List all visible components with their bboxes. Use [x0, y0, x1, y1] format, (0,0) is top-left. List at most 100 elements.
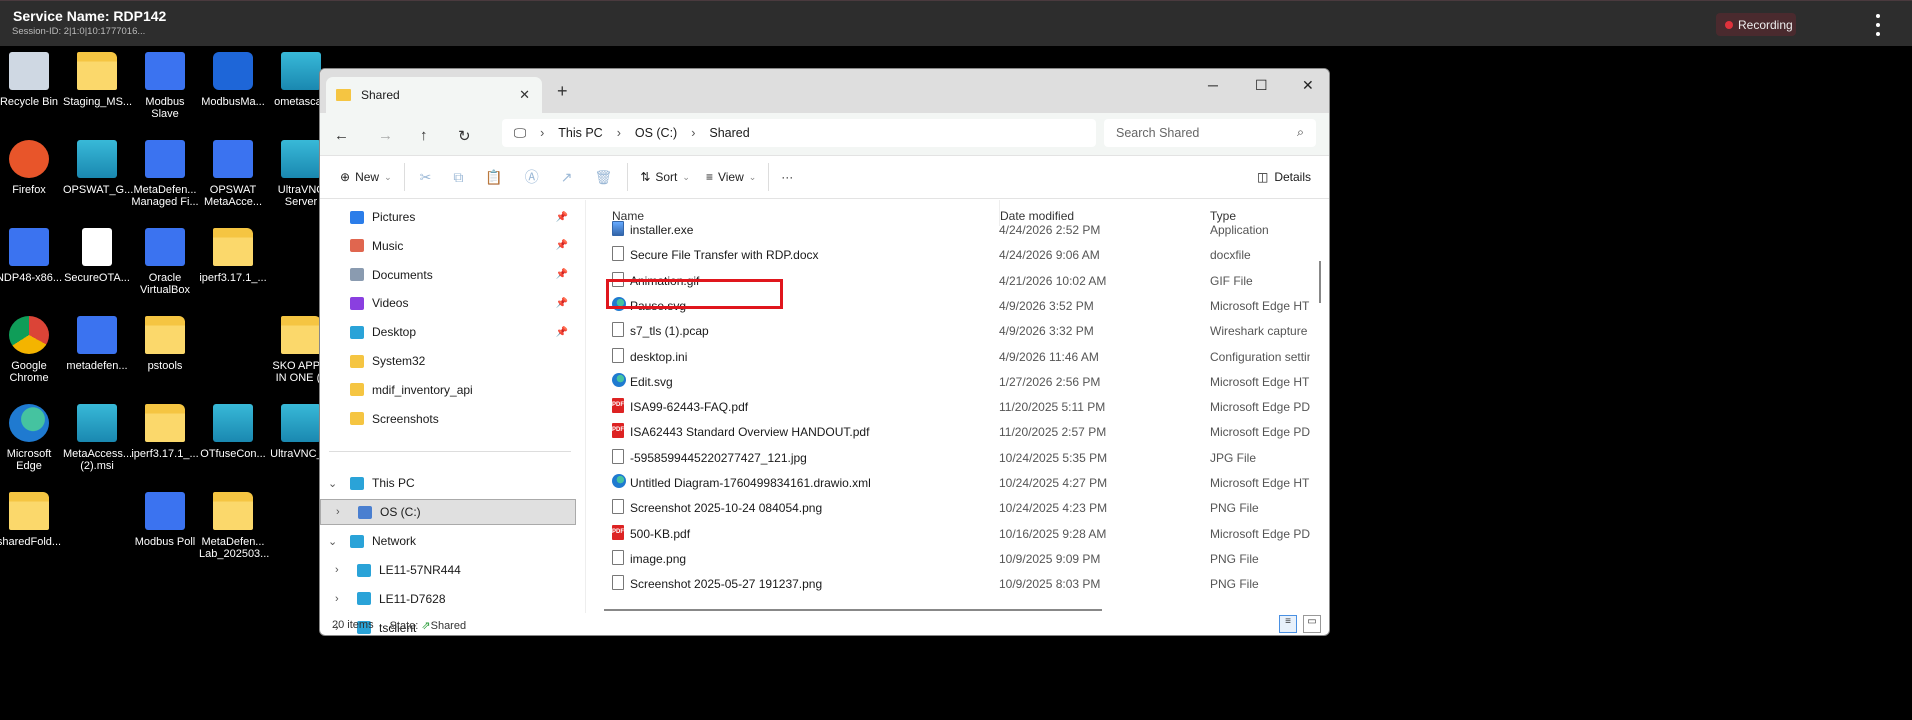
file-type: docxfile	[1210, 248, 1251, 263]
desktop-icon[interactable]: Google Chrome	[0, 316, 63, 384]
cut-icon[interactable]: ✂	[409, 162, 443, 192]
desktop-icon[interactable]: OPSWAT_G...	[63, 140, 134, 196]
file-row[interactable]: Edit.svg 1/27/2026 2:56 PM Microsoft Edge …	[588, 369, 1318, 394]
nav-host[interactable]: › LE11-D7628	[320, 586, 576, 612]
file-row[interactable]: image.png 10/9/2025 9:09 PM PNG File	[588, 546, 1318, 571]
back-button[interactable]: ←	[334, 127, 349, 144]
copy-icon[interactable]: ⧉	[442, 162, 474, 192]
address-bar[interactable]: 🖵 › This PC › OS (C:) › Shared	[502, 119, 1096, 147]
chevron-down-icon[interactable]: ⌄	[328, 477, 337, 490]
desktop-icon[interactable]: Modbus Slave	[131, 52, 199, 120]
desktop-icon[interactable]: Modbus Poll	[131, 492, 199, 548]
desktop-icon[interactable]: iperf3.17.1_...	[199, 228, 267, 284]
file-row[interactable]: installer.exe 4/24/2026 2:52 PM Applicatio…	[588, 217, 1318, 242]
new-tab-button[interactable]: +	[557, 81, 568, 102]
tiles-view-icon[interactable]: ▭	[1303, 615, 1321, 633]
desktop-icon[interactable]: ModbusMa...	[199, 52, 267, 108]
file-row[interactable]: Screenshot 2025-05-27 191237.png 10/9/202…	[588, 571, 1318, 596]
desktop-icon[interactable]: metadefen...	[63, 316, 131, 372]
file-file-icon	[612, 246, 624, 262]
breadcrumb-this-pc[interactable]: This PC	[558, 126, 602, 140]
file-row[interactable]: s7_tls (1).pcap 4/9/2026 3:32 PM Wireshark…	[588, 318, 1318, 343]
nav-item-desktop[interactable]: Desktop 📌	[320, 319, 576, 345]
folder-icon	[145, 404, 185, 442]
file-row[interactable]: Untitled Diagram-1760499834161.drawio.xm…	[588, 470, 1318, 495]
desktop-icon[interactable]: OTfuseCon...	[199, 404, 267, 460]
forward-button[interactable]: →	[378, 127, 393, 144]
nav-host[interactable]: › LE11-57NR444	[320, 557, 576, 583]
chevron-right-icon[interactable]: ›	[335, 593, 339, 605]
file-row[interactable]: desktop.ini 4/9/2026 11:46 AM Configuratio…	[588, 344, 1318, 369]
sort-button[interactable]: ⇅ Sort ⌄	[632, 162, 698, 192]
chevron-right-icon[interactable]: ›	[336, 506, 340, 518]
details-pane-button[interactable]: ◫ Details	[1257, 170, 1311, 184]
horizontal-scrollbar[interactable]	[604, 609, 1102, 611]
desktop-icon[interactable]: sharedFold...	[0, 492, 63, 548]
pin-icon[interactable]: 📌	[556, 269, 568, 280]
desktop-icon[interactable]: Microsoft Edge	[0, 404, 63, 472]
close-tab-icon[interactable]: ✕	[519, 87, 530, 103]
chevron-right-icon[interactable]: ›	[335, 564, 339, 576]
desktop-icon[interactable]: NDP48-x86...	[0, 228, 63, 284]
nav-this-pc[interactable]: ⌄ This PC	[320, 470, 576, 496]
nav-item-pictures[interactable]: Pictures 📌	[320, 204, 576, 230]
breadcrumb-shared[interactable]: Shared	[709, 126, 749, 140]
paste-icon[interactable]: 📋	[474, 162, 513, 192]
desktop-icon[interactable]: pstools	[131, 316, 199, 372]
desktop-icon[interactable]: OPSWAT MetaAcce...	[199, 140, 267, 208]
close-window-button[interactable]: ✕	[1302, 77, 1314, 94]
view-button[interactable]: ≡ View ⌄	[698, 162, 764, 192]
nav-item-documents[interactable]: Documents 📌	[320, 262, 576, 288]
file-row[interactable]: Secure File Transfer with RDP.docx 4/24/2…	[588, 242, 1318, 267]
nav-item-mdif_inventory_api[interactable]: mdif_inventory_api	[320, 377, 576, 403]
tab-title: Shared	[361, 88, 400, 102]
file-row[interactable]: PDF ISA62443 Standard Overview HANDOUT.pd…	[588, 419, 1318, 444]
vertical-scrollbar[interactable]	[1319, 261, 1321, 303]
nav-network[interactable]: ⌄ Network	[320, 528, 576, 554]
desktop-icon[interactable]: SecureOTA...	[63, 228, 131, 284]
up-button[interactable]: ↑	[420, 127, 428, 144]
more-options-icon[interactable]	[1872, 14, 1884, 36]
desktop-icon-label: OPSWAT_G...	[63, 184, 134, 196]
file-name: ISA99-62443-FAQ.pdf	[630, 400, 749, 415]
nav-item-system32[interactable]: System32	[320, 348, 576, 374]
nav-item-screenshots[interactable]: Screenshots	[320, 406, 576, 432]
pin-icon[interactable]: 📌	[556, 212, 568, 223]
pin-icon[interactable]: 📌	[556, 298, 568, 309]
tab-shared[interactable]: Shared ✕	[326, 77, 542, 113]
desktop-icon[interactable]: Staging_MS...	[63, 52, 132, 108]
pin-icon[interactable]: 📌	[556, 327, 568, 338]
delete-icon[interactable]: 🗑	[584, 162, 624, 192]
minimize-button[interactable]: ─	[1208, 77, 1218, 93]
maximize-button[interactable]: ☐	[1255, 77, 1268, 94]
refresh-button[interactable]: ↻	[458, 127, 471, 145]
desktop-icon[interactable]: MetaDefen... Managed Fi...	[131, 140, 199, 208]
file-row[interactable]: -5958599445220277427_121.jpg 10/24/2025 5…	[588, 445, 1318, 470]
desktop-icon[interactable]: Firefox	[0, 140, 63, 196]
file-row[interactable]: PDF ISA99-62443-FAQ.pdf 11/20/2025 5:11 PM…	[588, 394, 1318, 419]
desktop-icon[interactable]: Recycle Bin	[0, 52, 63, 108]
desktop-icon[interactable]: iperf3.17.1_...	[131, 404, 199, 460]
nav-item-videos[interactable]: Videos 📌	[320, 290, 576, 316]
details-view-icon[interactable]: ≡	[1279, 615, 1297, 633]
chevron-down-icon[interactable]: ⌄	[328, 535, 337, 548]
search-input[interactable]: Search Shared ⌕	[1104, 119, 1316, 147]
file-row[interactable]: Screenshot 2025-10-24 084054.png 10/24/20…	[588, 495, 1318, 520]
file-name: s7_tls (1).pcap	[630, 324, 709, 339]
file-name: Screenshot 2025-10-24 084054.png	[630, 501, 823, 516]
music-icon	[350, 239, 364, 253]
pin-icon[interactable]: 📌	[556, 240, 568, 251]
nav-item-music[interactable]: Music 📌	[320, 233, 576, 259]
new-button[interactable]: ⊕ New ⌄	[332, 162, 400, 192]
file-row[interactable]: PDF 500-KB.pdf 10/16/2025 9:28 AM Microsoft…	[588, 521, 1318, 546]
nav-os-c[interactable]: › OS (C:)	[320, 499, 576, 525]
desktop-icon[interactable]: Oracle VirtualBox	[131, 228, 199, 296]
sort-icon: ⇅	[640, 170, 651, 184]
more-button[interactable]: ···	[773, 162, 801, 192]
share-icon[interactable]: ↗	[550, 162, 584, 192]
rename-icon[interactable]: Ⓐ	[514, 162, 550, 192]
desktop-icon[interactable]: MetaDefen... Lab_202503...	[199, 492, 269, 560]
recording-badge[interactable]: Recording	[1716, 13, 1796, 36]
desktop-icon[interactable]: MetaAccess... (2).msi	[63, 404, 132, 472]
breadcrumb-os-c[interactable]: OS (C:)	[635, 126, 677, 140]
